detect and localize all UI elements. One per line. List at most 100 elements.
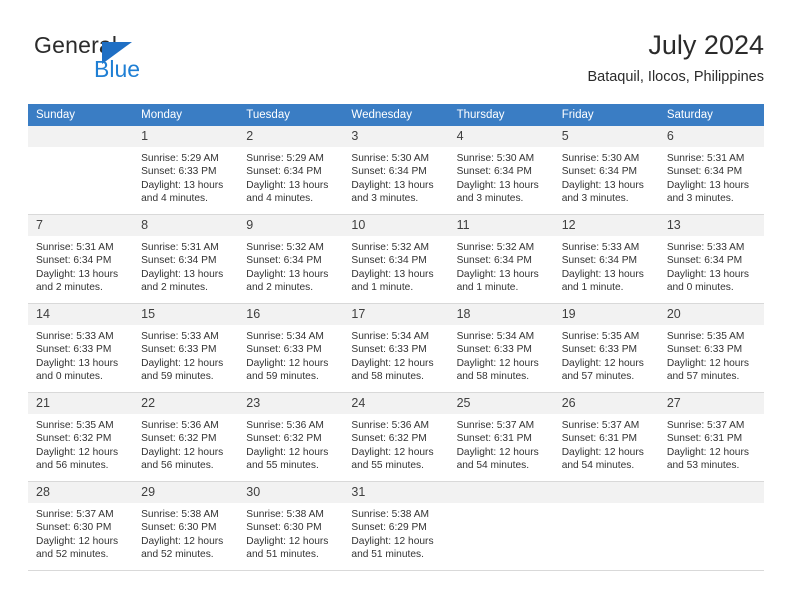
general-blue-logo[interactable]: General Blue — [34, 32, 244, 90]
day-number: 4 — [448, 126, 554, 147]
calendar-day-cell[interactable]: 6 Sunrise: 5:31 AM Sunset: 6:34 PM Daylight… — [658, 126, 764, 215]
sunrise-time: Sunrise: 5:32 AM — [456, 242, 535, 253]
sunrise-time: Sunrise: 5:37 AM — [456, 420, 535, 431]
sunset-time: Sunset: 6:33 PM — [456, 344, 532, 356]
sunrise-time: Sunrise: 5:35 AM — [561, 331, 640, 342]
calendar-day-cell[interactable]: 30 Sunrise: 5:38 AM Sunset: 6:30 PM Dayligh… — [238, 481, 344, 571]
daylight-duration-line2: and 58 minutes. — [351, 371, 424, 383]
day-sun-info: Sunrise: 5:34 AM Sunset: 6:33 PM Daylight:… — [238, 325, 343, 384]
calendar-week-row: 28 Sunrise: 5:37 AM Sunset: 6:30 PM Dayligh… — [28, 481, 764, 571]
daylight-duration-line2: and 2 minutes. — [246, 282, 314, 294]
page-header: General Blue July 2024 Bataquil, Ilocos,… — [28, 28, 764, 96]
calendar-day-cell[interactable]: 19 Sunrise: 5:35 AM Sunset: 6:33 PM Dayligh… — [553, 303, 659, 393]
daylight-duration-line2: and 54 minutes. — [456, 460, 530, 472]
calendar-day-cell[interactable]: 27 Sunrise: 5:37 AM Sunset: 6:31 PM Dayligh… — [658, 392, 764, 482]
calendar-day-cell[interactable]: 26 Sunrise: 5:37 AM Sunset: 6:31 PM Dayligh… — [553, 392, 659, 482]
calendar-day-cell[interactable]: 24 Sunrise: 5:36 AM Sunset: 6:32 PM Dayligh… — [343, 392, 449, 482]
day-number: 23 — [238, 393, 344, 414]
daylight-duration-line1: Daylight: 13 hours — [351, 268, 434, 280]
daylight-duration-line2: and 58 minutes. — [456, 371, 530, 383]
calendar-day-cell[interactable]: 23 Sunrise: 5:36 AM Sunset: 6:32 PM Dayligh… — [238, 392, 344, 482]
sunset-time: Sunset: 6:31 PM — [561, 433, 638, 445]
day-number: 7 — [28, 215, 134, 236]
title-block: July 2024 Bataquil, Ilocos, Philippines — [587, 28, 764, 88]
sunset-time: Sunset: 6:34 PM — [246, 255, 322, 267]
calendar-day-cell[interactable]: 16 Sunrise: 5:34 AM Sunset: 6:33 PM Dayligh… — [238, 303, 344, 393]
day-number: 17 — [343, 304, 449, 325]
calendar-day-cell[interactable]: 22 Sunrise: 5:36 AM Sunset: 6:32 PM Dayligh… — [133, 392, 239, 482]
sunrise-time: Sunrise: 5:31 AM — [141, 242, 219, 253]
sunrise-time: Sunrise: 5:37 AM — [36, 509, 114, 520]
day-number: 22 — [133, 393, 239, 414]
calendar-day-cell[interactable]: 10 Sunrise: 5:32 AM Sunset: 6:34 PM Dayligh… — [343, 214, 449, 304]
calendar-day-cell[interactable]: 2 Sunrise: 5:29 AM Sunset: 6:34 PM Daylight… — [238, 126, 344, 215]
day-number: 1 — [133, 126, 239, 147]
day-number: 11 — [448, 215, 554, 236]
day-sun-info: Sunrise: 5:33 AM Sunset: 6:34 PM Daylight:… — [659, 236, 764, 295]
calendar-day-cell[interactable]: 15 Sunrise: 5:33 AM Sunset: 6:33 PM Dayligh… — [133, 303, 239, 393]
calendar-day-cell[interactable]: 3 Sunrise: 5:30 AM Sunset: 6:34 PM Daylight… — [343, 126, 449, 215]
sunrise-time: Sunrise: 5:36 AM — [246, 420, 324, 431]
day-sun-info: Sunrise: 5:32 AM Sunset: 6:34 PM Daylight:… — [449, 236, 554, 295]
day-sun-info: Sunrise: 5:34 AM Sunset: 6:33 PM Daylight:… — [449, 325, 554, 384]
calendar-day-cell[interactable]: 31 Sunrise: 5:38 AM Sunset: 6:29 PM Dayligh… — [343, 481, 449, 571]
calendar-day-cell[interactable]: 14 Sunrise: 5:33 AM Sunset: 6:33 PM Dayligh… — [28, 303, 134, 393]
day-number: 28 — [28, 482, 134, 503]
daylight-duration-line2: and 54 minutes. — [561, 460, 635, 472]
calendar-day-cell[interactable]: 5 Sunrise: 5:30 AM Sunset: 6:34 PM Daylight… — [553, 126, 659, 215]
day-number: 24 — [343, 393, 449, 414]
sunrise-time: Sunrise: 5:37 AM — [561, 420, 640, 431]
weekday-header-sunday: Sunday — [28, 104, 134, 126]
sunrise-time: Sunrise: 5:30 AM — [561, 153, 640, 164]
daylight-duration-line1: Daylight: 12 hours — [351, 357, 434, 369]
day-sun-info: Sunrise: 5:37 AM Sunset: 6:30 PM Daylight:… — [28, 503, 133, 562]
day-sun-info: Sunrise: 5:32 AM Sunset: 6:34 PM Daylight:… — [238, 236, 343, 295]
calendar-day-cell[interactable]: 25 Sunrise: 5:37 AM Sunset: 6:31 PM Dayligh… — [448, 392, 554, 482]
calendar-day-cell[interactable]: 9 Sunrise: 5:32 AM Sunset: 6:34 PM Daylight… — [238, 214, 344, 304]
daylight-duration-line2: and 3 minutes. — [666, 193, 734, 205]
calendar-day-cell[interactable]: 7 Sunrise: 5:31 AM Sunset: 6:34 PM Daylight… — [28, 214, 134, 304]
sunset-time: Sunset: 6:34 PM — [666, 166, 743, 178]
calendar-day-cell[interactable]: 12 Sunrise: 5:33 AM Sunset: 6:34 PM Dayligh… — [553, 214, 659, 304]
calendar-week-row: 1 Sunrise: 5:29 AM Sunset: 6:33 PM Daylight… — [28, 126, 764, 215]
sunrise-time: Sunrise: 5:29 AM — [246, 153, 324, 164]
day-number: 31 — [343, 482, 449, 503]
day-sun-info: Sunrise: 5:32 AM Sunset: 6:34 PM Daylight:… — [343, 236, 448, 295]
calendar-day-cell[interactable]: 8 Sunrise: 5:31 AM Sunset: 6:34 PM Daylight… — [133, 214, 239, 304]
calendar-day-cell[interactable]: 11 Sunrise: 5:32 AM Sunset: 6:34 PM Dayligh… — [448, 214, 554, 304]
daylight-duration-line2: and 2 minutes. — [36, 282, 103, 294]
calendar-day-cell[interactable]: 13 Sunrise: 5:33 AM Sunset: 6:34 PM Dayligh… — [658, 214, 764, 304]
daylight-duration-line2: and 0 minutes. — [666, 282, 734, 294]
sunset-time: Sunset: 6:33 PM — [246, 344, 322, 356]
sunset-time: Sunset: 6:34 PM — [141, 255, 217, 267]
sunrise-time: Sunrise: 5:29 AM — [141, 153, 219, 164]
calendar-day-cell[interactable]: 20 Sunrise: 5:35 AM Sunset: 6:33 PM Dayligh… — [658, 303, 764, 393]
daylight-duration-line1: Daylight: 13 hours — [666, 268, 749, 280]
calendar-day-cell[interactable]: 28 Sunrise: 5:37 AM Sunset: 6:30 PM Dayligh… — [28, 481, 134, 571]
sunset-time: Sunset: 6:31 PM — [456, 433, 532, 445]
calendar-day-cell[interactable]: 4 Sunrise: 5:30 AM Sunset: 6:34 PM Daylight… — [448, 126, 554, 215]
day-sun-info: Sunrise: 5:30 AM Sunset: 6:34 PM Daylight:… — [449, 147, 554, 206]
day-sun-info: Sunrise: 5:36 AM Sunset: 6:32 PM Daylight:… — [133, 414, 238, 473]
sunrise-time: Sunrise: 5:36 AM — [141, 420, 219, 431]
calendar-day-cell[interactable]: 29 Sunrise: 5:38 AM Sunset: 6:30 PM Dayligh… — [133, 481, 239, 571]
calendar-day-cell[interactable]: 17 Sunrise: 5:34 AM Sunset: 6:33 PM Dayligh… — [343, 303, 449, 393]
sunrise-time: Sunrise: 5:38 AM — [246, 509, 324, 520]
calendar-day-cell[interactable]: 18 Sunrise: 5:34 AM Sunset: 6:33 PM Dayligh… — [448, 303, 554, 393]
day-number: 26 — [553, 393, 659, 414]
daylight-duration-line2: and 51 minutes. — [246, 549, 319, 561]
calendar-day-cell[interactable]: 21 Sunrise: 5:35 AM Sunset: 6:32 PM Dayligh… — [28, 392, 134, 482]
day-number: 30 — [238, 482, 344, 503]
sunset-time: Sunset: 6:34 PM — [246, 166, 322, 178]
day-number — [658, 482, 764, 503]
daylight-duration-line1: Daylight: 13 hours — [36, 268, 119, 280]
day-sun-info: Sunrise: 5:29 AM Sunset: 6:33 PM Daylight:… — [133, 147, 238, 206]
sunrise-time: Sunrise: 5:30 AM — [351, 153, 430, 164]
daylight-duration-line1: Daylight: 13 hours — [246, 179, 329, 191]
sunrise-time: Sunrise: 5:32 AM — [351, 242, 430, 253]
daylight-duration-line2: and 52 minutes. — [36, 549, 109, 561]
sunrise-time: Sunrise: 5:31 AM — [666, 153, 745, 164]
sunrise-time: Sunrise: 5:36 AM — [351, 420, 430, 431]
daylight-duration-line1: Daylight: 13 hours — [561, 179, 644, 191]
calendar-day-cell[interactable]: 1 Sunrise: 5:29 AM Sunset: 6:33 PM Daylight… — [133, 126, 239, 215]
